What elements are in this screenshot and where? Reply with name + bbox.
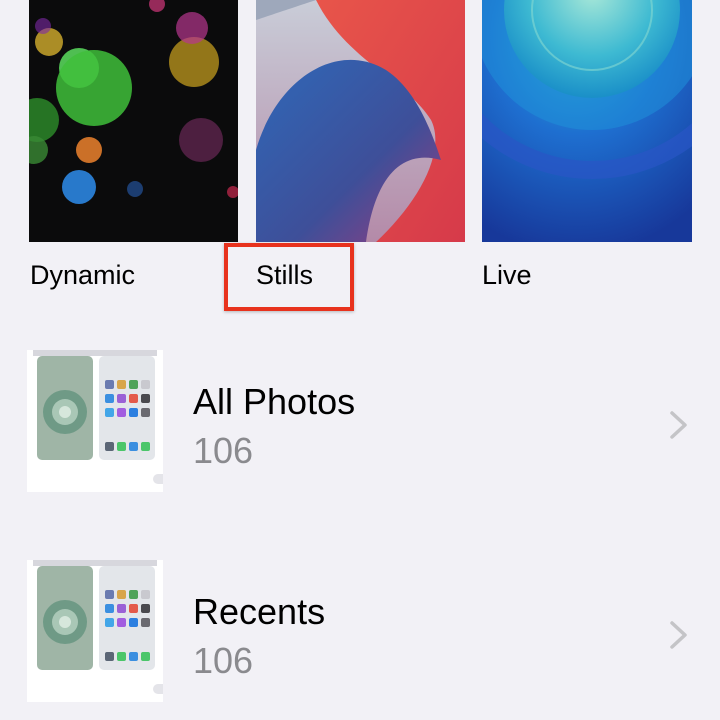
stills-highlight-box xyxy=(224,243,354,311)
dynamic-wallpaper-image xyxy=(29,0,238,242)
album-row-all-photos[interactable]: All Photos 106 xyxy=(0,348,720,498)
chevron-right-icon xyxy=(670,411,687,439)
album-row-recents[interactable]: Recents 106 xyxy=(0,558,720,708)
wallpaper-tile-live[interactable] xyxy=(482,0,692,242)
album-thumbnail xyxy=(27,560,163,702)
album-count: 106 xyxy=(193,430,254,471)
wallpaper-tile-dynamic[interactable] xyxy=(29,0,238,242)
chevron-right-icon xyxy=(670,621,687,649)
album-count: 106 xyxy=(193,640,254,681)
stills-wallpaper-image xyxy=(256,0,465,242)
album-title: All Photos xyxy=(193,381,356,422)
album-title: Recents xyxy=(193,591,326,632)
category-label-dynamic[interactable]: Dynamic xyxy=(30,259,135,291)
wallpaper-tile-stills[interactable] xyxy=(256,0,465,242)
album-thumbnail xyxy=(27,350,163,492)
live-wallpaper-image xyxy=(482,0,692,242)
category-label-live[interactable]: Live xyxy=(482,259,532,291)
